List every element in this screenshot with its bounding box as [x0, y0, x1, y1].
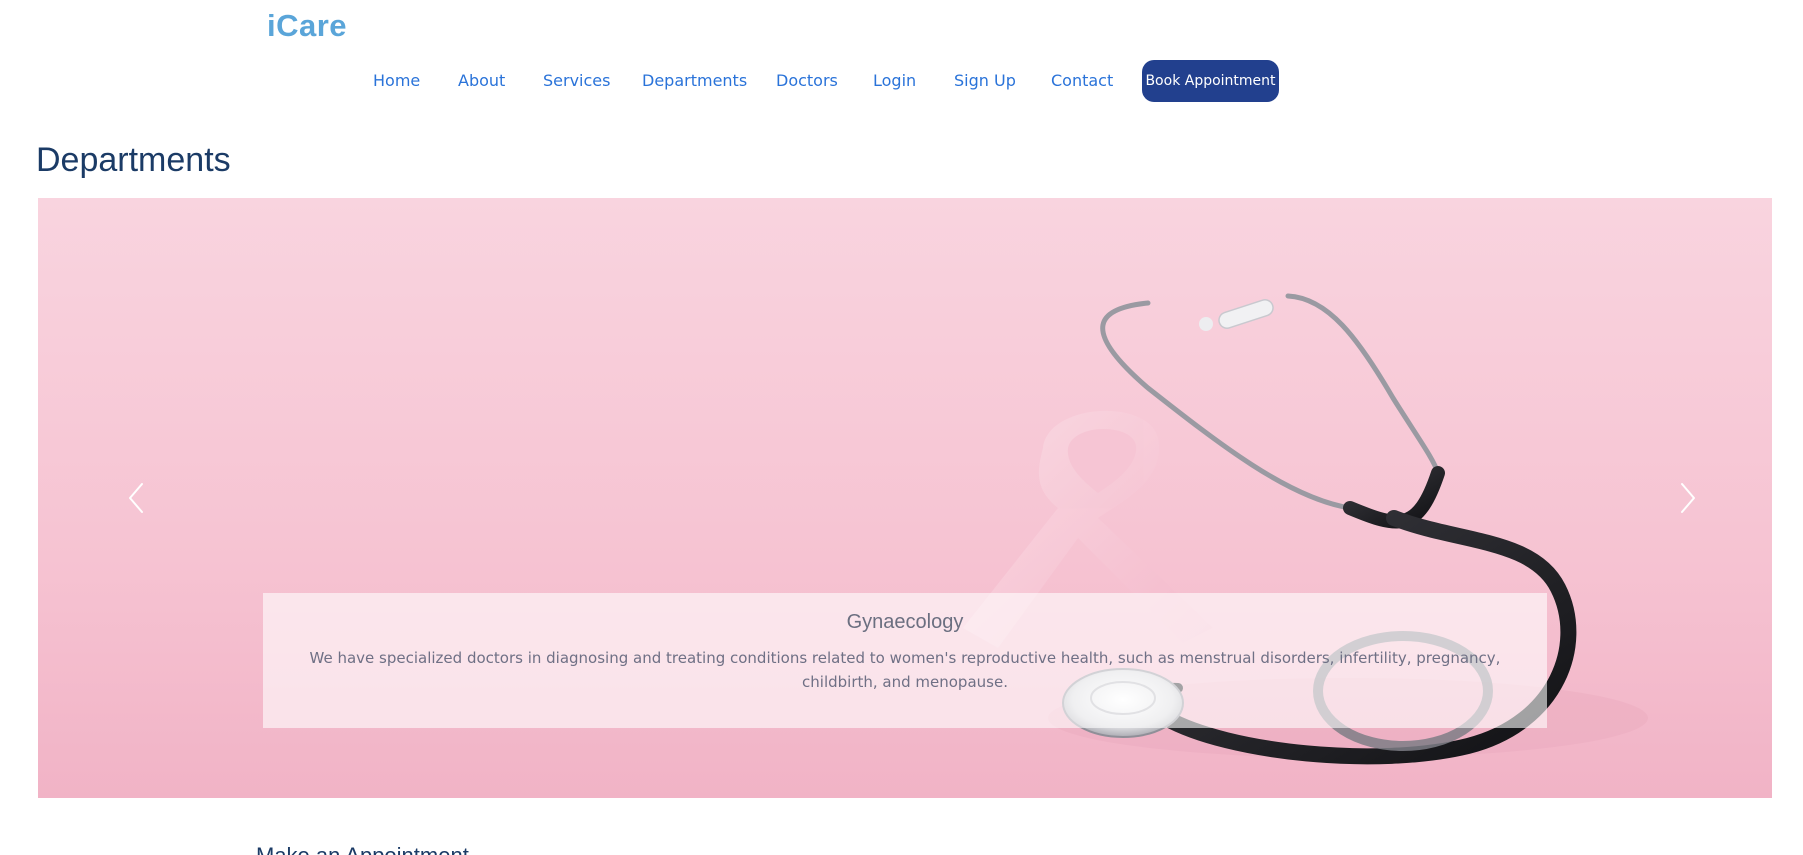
brand-logo[interactable]: iCare	[267, 8, 347, 44]
slide-description: We have specialized doctors in diagnosin…	[309, 649, 1501, 691]
carousel-prev-button[interactable]	[106, 468, 166, 528]
book-appointment-button[interactable]: Book Appointment	[1142, 60, 1279, 102]
main-nav: Home About Services Departments Doctors …	[0, 60, 1803, 102]
carousel-next-button[interactable]	[1658, 468, 1718, 528]
nav-link-departments[interactable]: Departments	[642, 60, 747, 102]
page: iCare Home About Services Departments Do…	[0, 0, 1803, 855]
nav-link-doctors[interactable]: Doctors	[776, 60, 838, 102]
nav-link-about[interactable]: About	[458, 60, 505, 102]
departments-carousel: Gynaecology We have specialized doctors …	[38, 198, 1772, 798]
nav-link-home[interactable]: Home	[373, 60, 420, 102]
departments-title: Departments	[36, 141, 231, 179]
slide-caption: Gynaecology We have specialized doctors …	[263, 593, 1547, 728]
chevron-right-icon	[1681, 483, 1695, 513]
chevron-left-icon	[129, 483, 143, 513]
slide-title: Gynaecology	[846, 611, 964, 633]
nav-link-signup[interactable]: Sign Up	[954, 60, 1016, 102]
appointment-heading: Make an Appointment	[256, 843, 469, 855]
nav-link-login[interactable]: Login	[873, 60, 916, 102]
nav-link-services[interactable]: Services	[543, 60, 610, 102]
nav-link-contact[interactable]: Contact	[1051, 60, 1113, 102]
